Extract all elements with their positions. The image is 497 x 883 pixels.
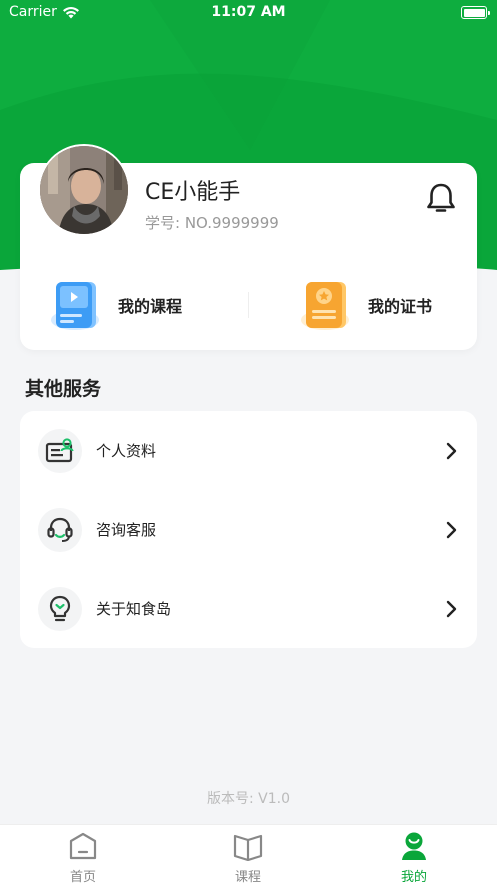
- certificate-icon: [301, 282, 349, 330]
- headset-icon: [38, 507, 82, 552]
- book-icon: [233, 834, 263, 862]
- chevron-right-icon: [446, 600, 457, 617]
- service-item-about[interactable]: 关于知食岛: [20, 569, 477, 648]
- chevron-right-icon: [446, 442, 457, 459]
- battery-icon: [461, 6, 490, 19]
- chevron-right-icon: [446, 521, 457, 538]
- tab-me[interactable]: 我的: [374, 831, 454, 883]
- tab-home-label: 首页: [69, 870, 96, 883]
- version-label: 版本号: V1.0: [206, 791, 290, 807]
- tab-courses[interactable]: 课程: [208, 831, 288, 883]
- tab-bar: 首页 课程 我的: [0, 824, 497, 883]
- bulb-icon: [38, 586, 82, 631]
- home-icon: [69, 832, 97, 860]
- services-list: 个人资料 咨询客服 关于知食岛: [20, 411, 477, 648]
- username: CE小能手: [145, 180, 241, 205]
- student-number: 学号: NO.9999999: [145, 214, 279, 232]
- status-time: 11:07 AM: [211, 4, 286, 20]
- services-title: 其他服务: [25, 378, 102, 400]
- profile-card-icon: [38, 428, 82, 473]
- service-label-about: 关于知食岛: [96, 600, 172, 618]
- my-courses-label: 我的课程: [118, 297, 183, 316]
- my-courses-button[interactable]: 我的课程: [50, 276, 182, 334]
- service-item-profile[interactable]: 个人资料: [20, 411, 477, 490]
- course-book-icon: [51, 282, 99, 330]
- status-bar: Carrier 11:07 AM: [0, 0, 497, 26]
- divider: [248, 292, 249, 318]
- my-certificates-label: 我的证书: [368, 297, 433, 316]
- service-label-profile: 个人资料: [96, 442, 157, 460]
- service-item-support[interactable]: 咨询客服: [20, 490, 477, 569]
- service-label-support: 咨询客服: [96, 521, 157, 539]
- bell-icon[interactable]: [424, 181, 458, 215]
- tab-home[interactable]: 首页: [43, 831, 123, 883]
- my-certificates-button[interactable]: 我的证书: [300, 276, 432, 334]
- tab-courses-label: 课程: [234, 870, 261, 883]
- tab-me-label: 我的: [400, 870, 427, 883]
- avatar[interactable]: [38, 144, 130, 236]
- user-icon: [402, 832, 426, 860]
